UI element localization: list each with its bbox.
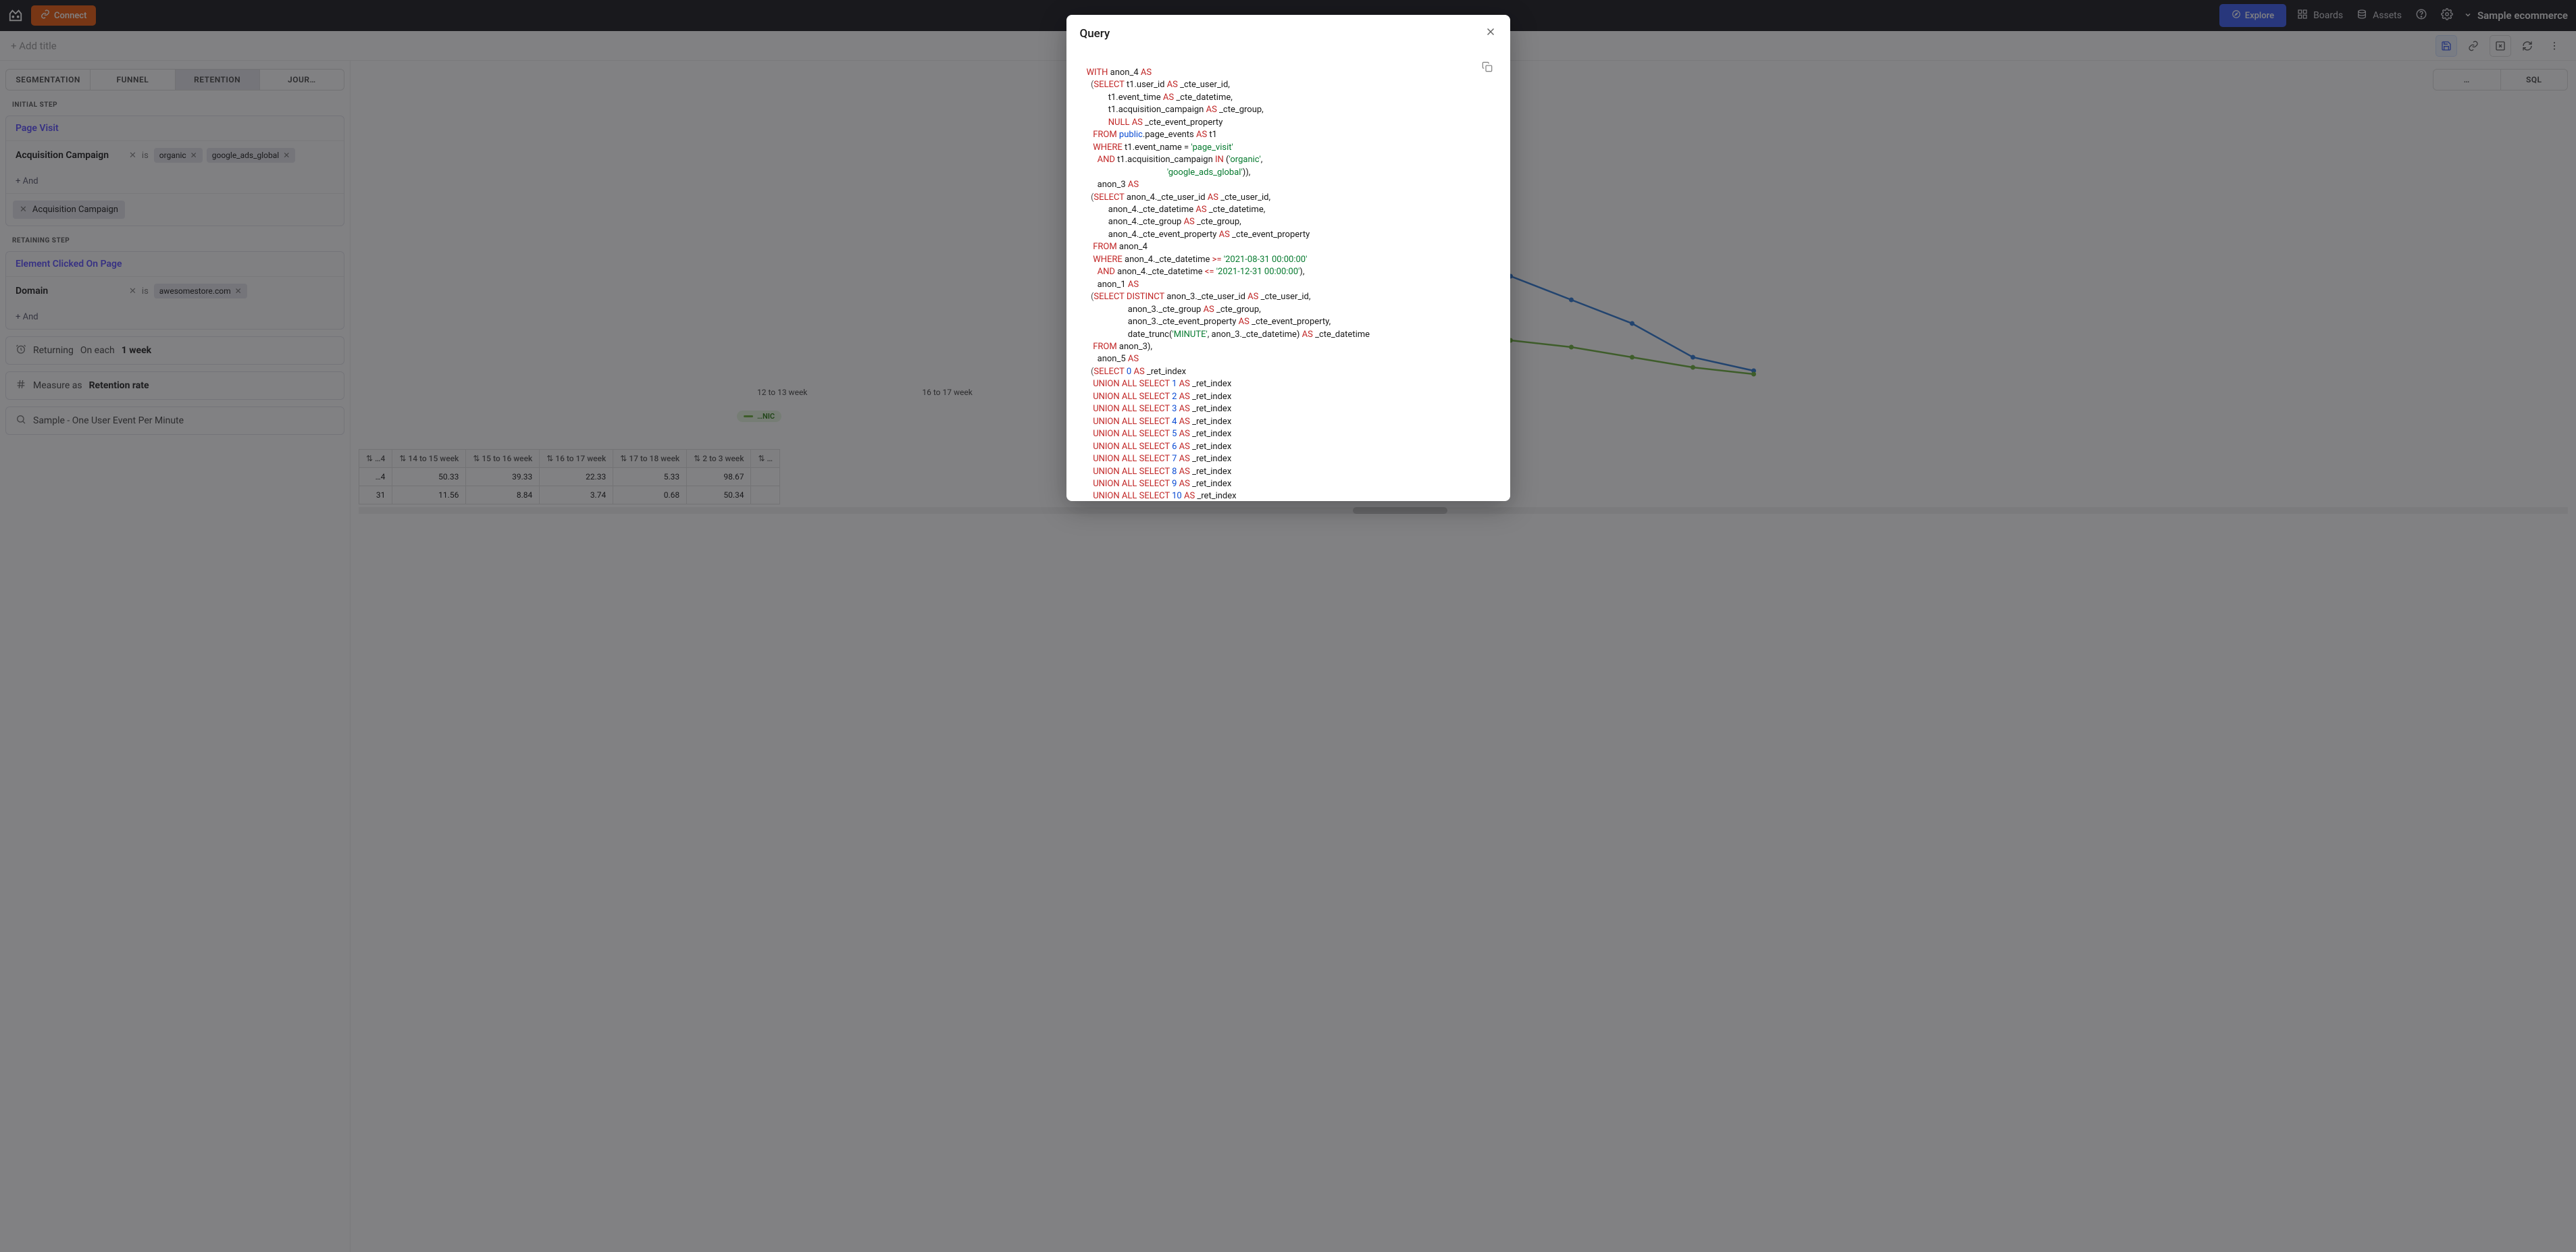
copy-button[interactable] [1482,61,1493,75]
modal-body: WITH anon_4 AS (SELECT t1.user_id AS _ct… [1066,52,1510,501]
modal-overlay[interactable]: Query WITH anon_4 AS (SELECT t1.user_id … [0,0,2576,1252]
close-icon[interactable] [1485,26,1497,41]
query-modal: Query WITH anon_4 AS (SELECT t1.user_id … [1066,15,1510,501]
sql-code[interactable]: WITH anon_4 AS (SELECT t1.user_id AS _ct… [1076,59,1501,501]
modal-header: Query [1066,15,1510,52]
modal-title: Query [1080,27,1110,41]
